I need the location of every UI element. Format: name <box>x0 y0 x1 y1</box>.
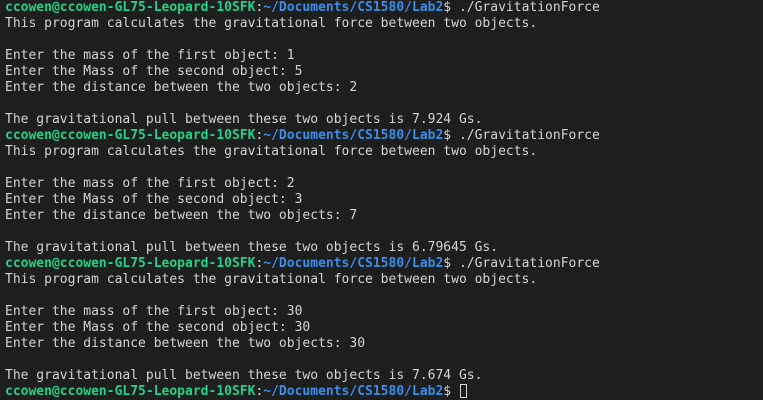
prompt-path: ~/Documents/CS1580/Lab2 <box>263 256 444 271</box>
prompt-path: ~/Documents/CS1580/Lab2 <box>263 384 444 399</box>
distance-prompt: Enter the distance between the two objec… <box>5 80 350 95</box>
mass2-prompt: Enter the Mass of the second object: <box>5 64 295 79</box>
mass1-value: 30 <box>286 304 303 319</box>
output-distance: Enter the distance between the two objec… <box>5 80 763 96</box>
mass1-value: 2 <box>286 176 295 191</box>
output-distance: Enter the distance between the two objec… <box>5 336 763 352</box>
output-mass1: Enter the mass of the first object: 1 <box>5 48 763 64</box>
prompt-dollar: $ <box>443 128 452 143</box>
distance-prompt: Enter the distance between the two objec… <box>5 336 350 351</box>
prompt-user-host: ccowen@ccowen-GL75-Leopard-10SFK <box>5 128 256 143</box>
prompt-dollar: $ <box>443 0 452 15</box>
output-mass2: Enter the Mass of the second object: 30 <box>5 320 763 336</box>
output-intro: This program calculates the gravitationa… <box>5 272 538 287</box>
mass1-prompt: Enter the mass of the first object: <box>5 176 287 191</box>
prompt-path: ~/Documents/CS1580/Lab2 <box>263 0 444 15</box>
prompt-line: ccowen@ccowen-GL75-Leopard-10SFK:~/Docum… <box>5 256 763 272</box>
command-text: ./GravitationForce <box>458 128 600 143</box>
command-text: ./GravitationForce <box>458 256 600 271</box>
text-cursor[interactable] <box>459 384 467 398</box>
output-mass2: Enter the Mass of the second object: 5 <box>5 64 763 80</box>
mass2-value: 3 <box>294 192 303 207</box>
mass1-value: 1 <box>286 48 295 63</box>
command-text: ./GravitationForce <box>458 0 600 15</box>
prompt-line: ccowen@ccowen-GL75-Leopard-10SFK:~/Docum… <box>5 128 763 144</box>
mass1-prompt: Enter the mass of the first object: <box>5 304 287 319</box>
mass1-prompt: Enter the mass of the first object: <box>5 48 287 63</box>
prompt-dollar: $ <box>443 256 452 271</box>
prompt-dollar: $ <box>443 384 452 399</box>
prompt-user-host: ccowen@ccowen-GL75-Leopard-10SFK <box>5 0 256 15</box>
active-prompt-line[interactable]: ccowen@ccowen-GL75-Leopard-10SFK:~/Docum… <box>5 384 763 400</box>
prompt-path: ~/Documents/CS1580/Lab2 <box>263 128 444 143</box>
output-mass2: Enter the Mass of the second object: 3 <box>5 192 763 208</box>
output-intro: This program calculates the gravitationa… <box>5 16 538 31</box>
output-mass1: Enter the mass of the first object: 30 <box>5 304 763 320</box>
prompt-user-host: ccowen@ccowen-GL75-Leopard-10SFK <box>5 256 256 271</box>
prompt-line: ccowen@ccowen-GL75-Leopard-10SFK:~/Docum… <box>5 0 763 16</box>
prompt-user-host: ccowen@ccowen-GL75-Leopard-10SFK <box>5 384 256 399</box>
mass2-prompt: Enter the Mass of the second object: <box>5 192 295 207</box>
output-result: The gravitational pull between these two… <box>5 368 483 383</box>
terminal-window[interactable]: ccowen@ccowen-GL75-Leopard-10SFK:~/Docum… <box>0 0 763 400</box>
output-result: The gravitational pull between these two… <box>5 112 483 127</box>
output-result: The gravitational pull between these two… <box>5 240 499 255</box>
mass2-prompt: Enter the Mass of the second object: <box>5 320 295 335</box>
output-intro: This program calculates the gravitationa… <box>5 144 538 159</box>
output-mass1: Enter the mass of the first object: 2 <box>5 176 763 192</box>
output-distance: Enter the distance between the two objec… <box>5 208 763 224</box>
distance-value: 30 <box>349 336 366 351</box>
mass2-value: 30 <box>294 320 311 335</box>
distance-value: 2 <box>349 80 358 95</box>
distance-prompt: Enter the distance between the two objec… <box>5 208 350 223</box>
mass2-value: 5 <box>294 64 303 79</box>
distance-value: 7 <box>349 208 358 223</box>
